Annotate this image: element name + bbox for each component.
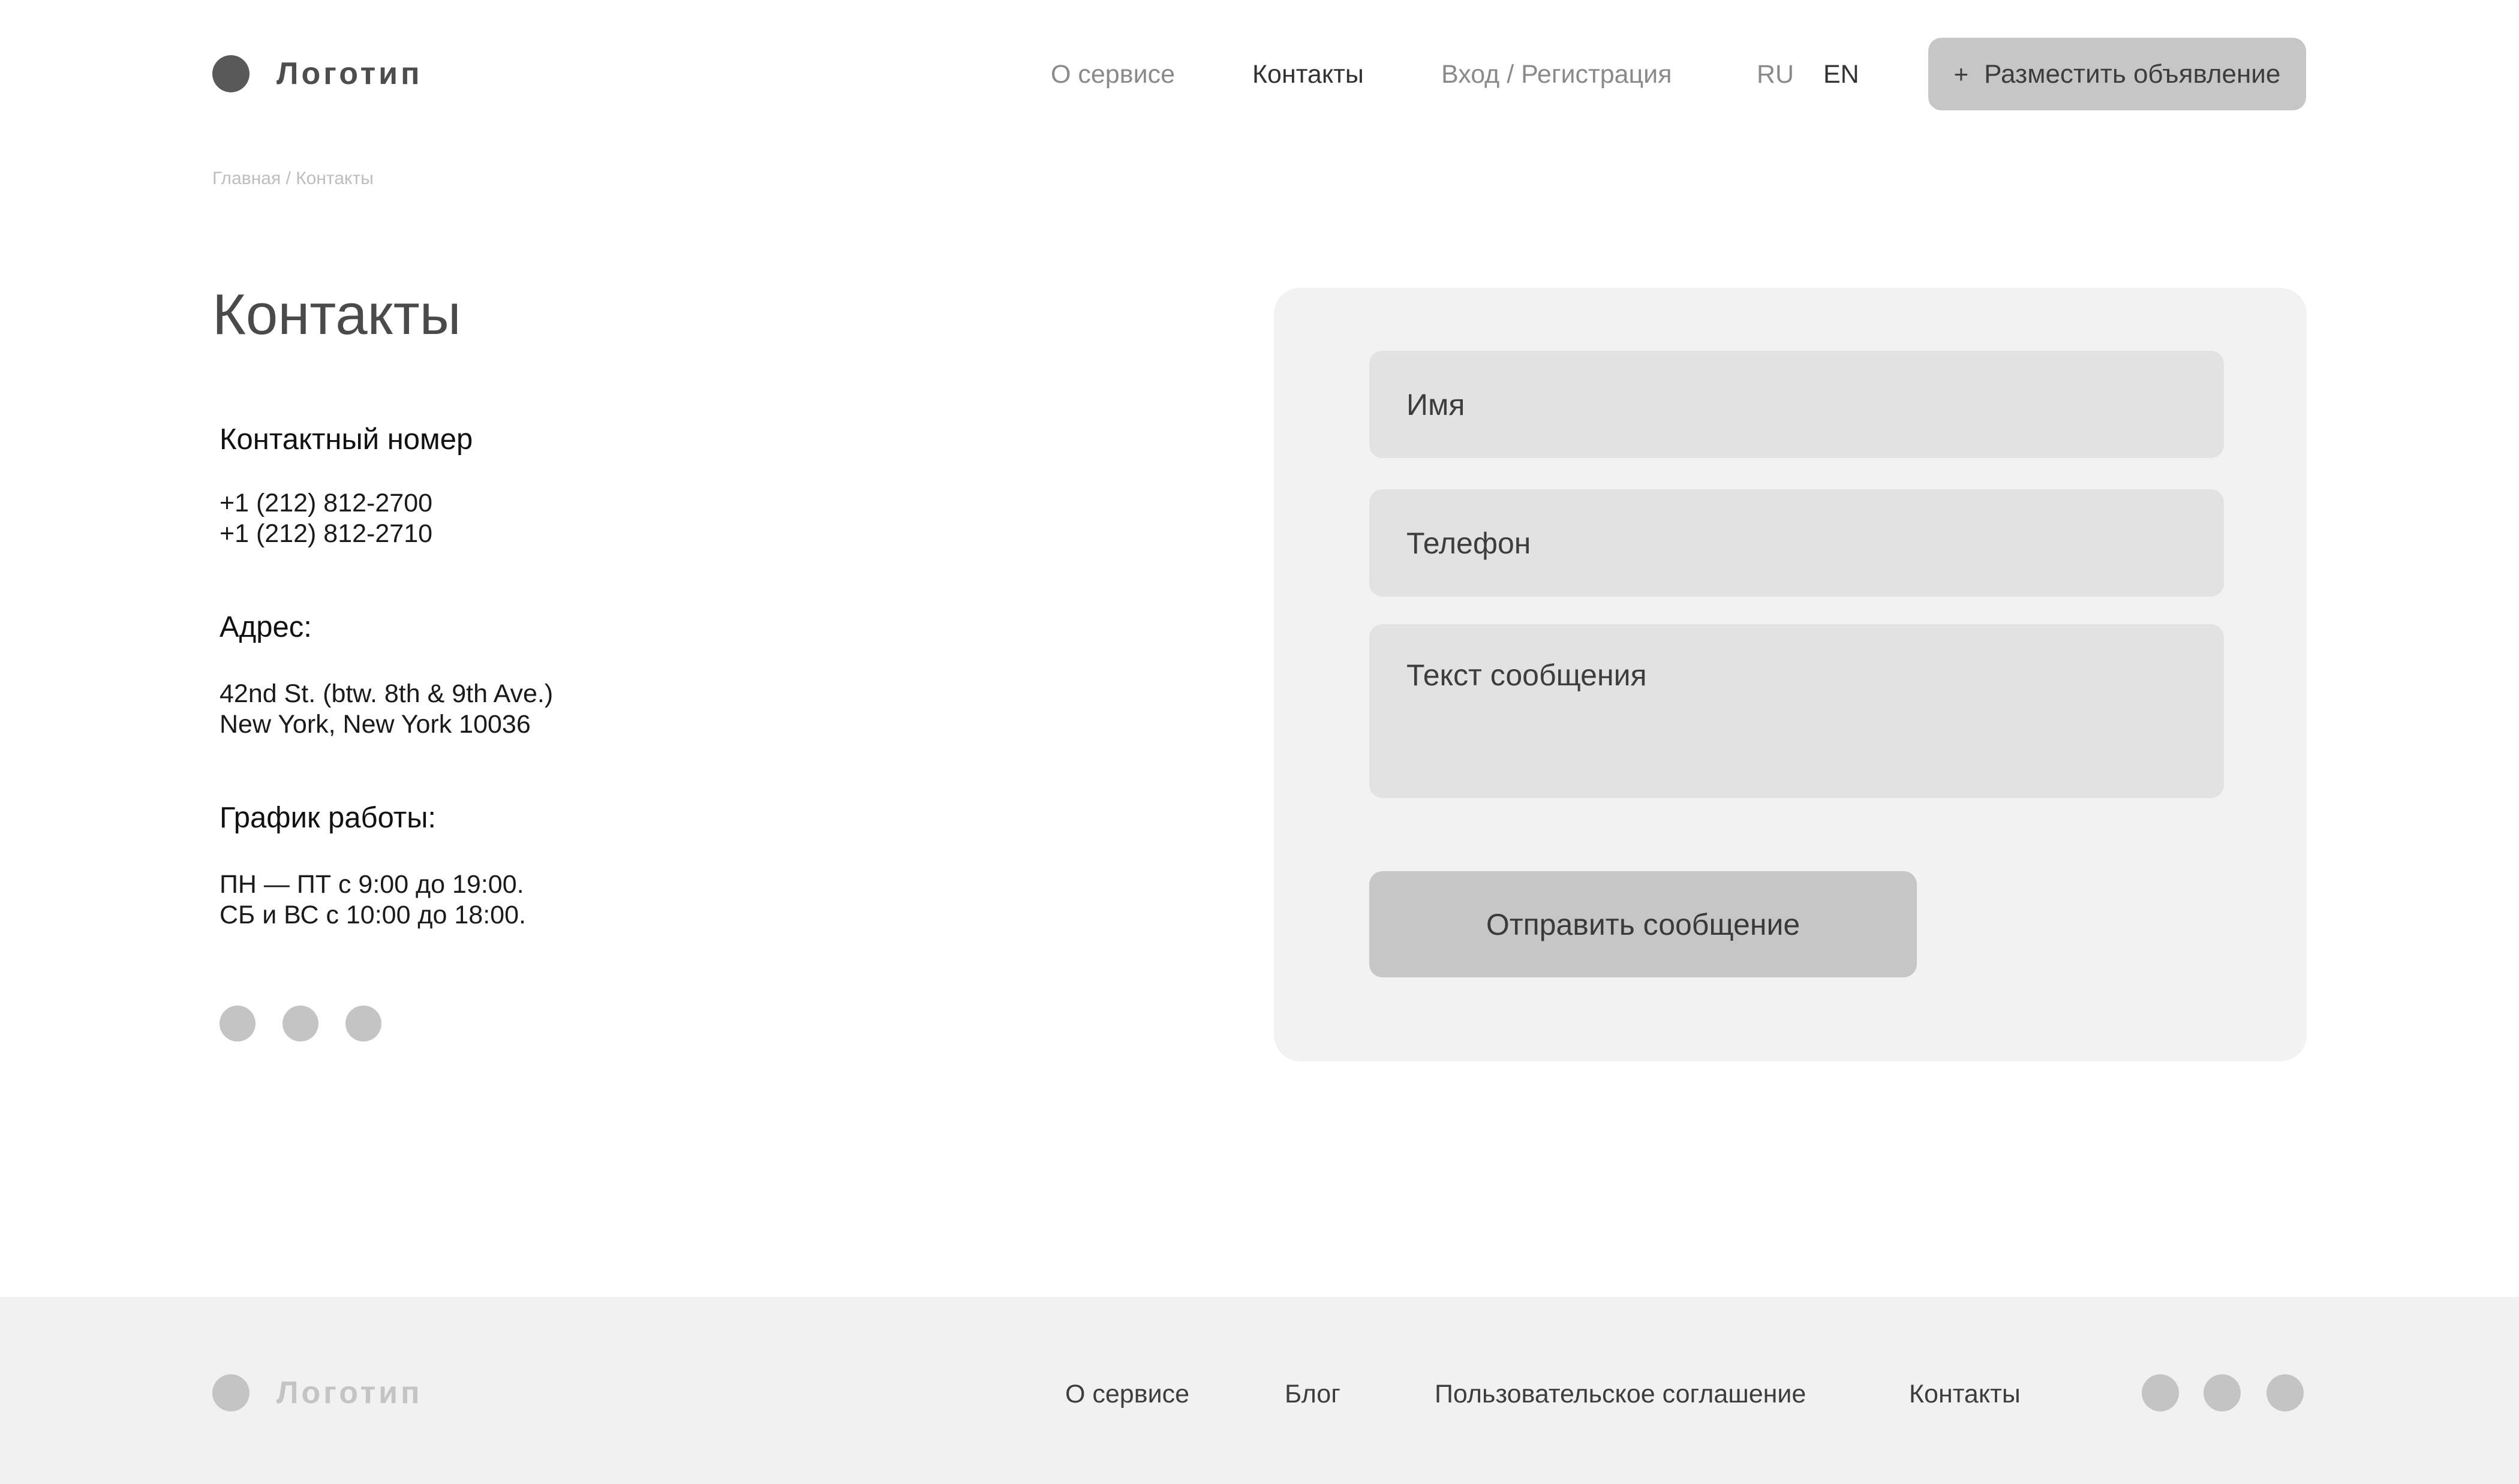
schedule-line-1: ПН — ПТ с 9:00 до 19:00. (220, 870, 524, 899)
site-header: Логотип О сервисе Контакты Вход / Регист… (0, 0, 2519, 150)
address-line-1: 42nd St. (btw. 8th & 9th Ave.) (220, 679, 554, 708)
plus-icon: + (1953, 59, 1969, 88)
post-ad-button[interactable]: + Разместить объявление (1928, 38, 2306, 110)
nav-link-about[interactable]: О сервисе (1051, 58, 1175, 91)
social-icon-3[interactable] (345, 1006, 381, 1041)
address-heading: Адрес: (220, 611, 312, 643)
lang-en-link[interactable]: EN (1823, 58, 1859, 91)
message-field[interactable] (1369, 624, 2224, 798)
name-field[interactable] (1369, 351, 2224, 458)
footer-social-icon-2[interactable] (2204, 1374, 2241, 1411)
schedule-line-2: СБ и ВС с 10:00 до 18:00. (220, 901, 526, 929)
phone-line-2: +1 (212) 812-2710 (220, 519, 433, 548)
footer-social-icon-3[interactable] (2267, 1374, 2304, 1411)
footer-logo[interactable]: Логотип (212, 1374, 423, 1411)
footer-social-icon-1[interactable] (2142, 1374, 2179, 1411)
breadcrumb[interactable]: Главная / Контакты (212, 168, 374, 189)
social-icon-1[interactable] (220, 1006, 255, 1041)
nav-link-contacts[interactable]: Контакты (1252, 58, 1364, 91)
page-title: Контакты (212, 282, 461, 347)
phone-field[interactable] (1369, 489, 2224, 597)
post-ad-label: Разместить объявление (1984, 59, 2281, 89)
address-line-2: New York, New York 10036 (220, 710, 531, 739)
phone-heading: Контактный номер (220, 423, 473, 456)
footer-logo-text: Логотип (276, 1375, 423, 1410)
footer-link-contacts[interactable]: Контакты (1909, 1377, 2021, 1411)
footer-link-terms[interactable]: Пользовательское соглашение (1435, 1377, 1806, 1411)
footer-logo-icon (212, 1374, 250, 1411)
footer-link-about[interactable]: О сервисе (1065, 1377, 1189, 1411)
phone-line-1: +1 (212) 812-2700 (220, 489, 433, 517)
send-message-button[interactable]: Отправить сообщение (1369, 871, 1917, 977)
footer-link-blog[interactable]: Блог (1285, 1377, 1340, 1411)
social-icon-2[interactable] (282, 1006, 318, 1041)
lang-ru-link[interactable]: RU (1757, 58, 1794, 91)
nav-link-login[interactable]: Вход / Регистрация (1441, 58, 1672, 91)
schedule-heading: График работы: (220, 802, 437, 834)
